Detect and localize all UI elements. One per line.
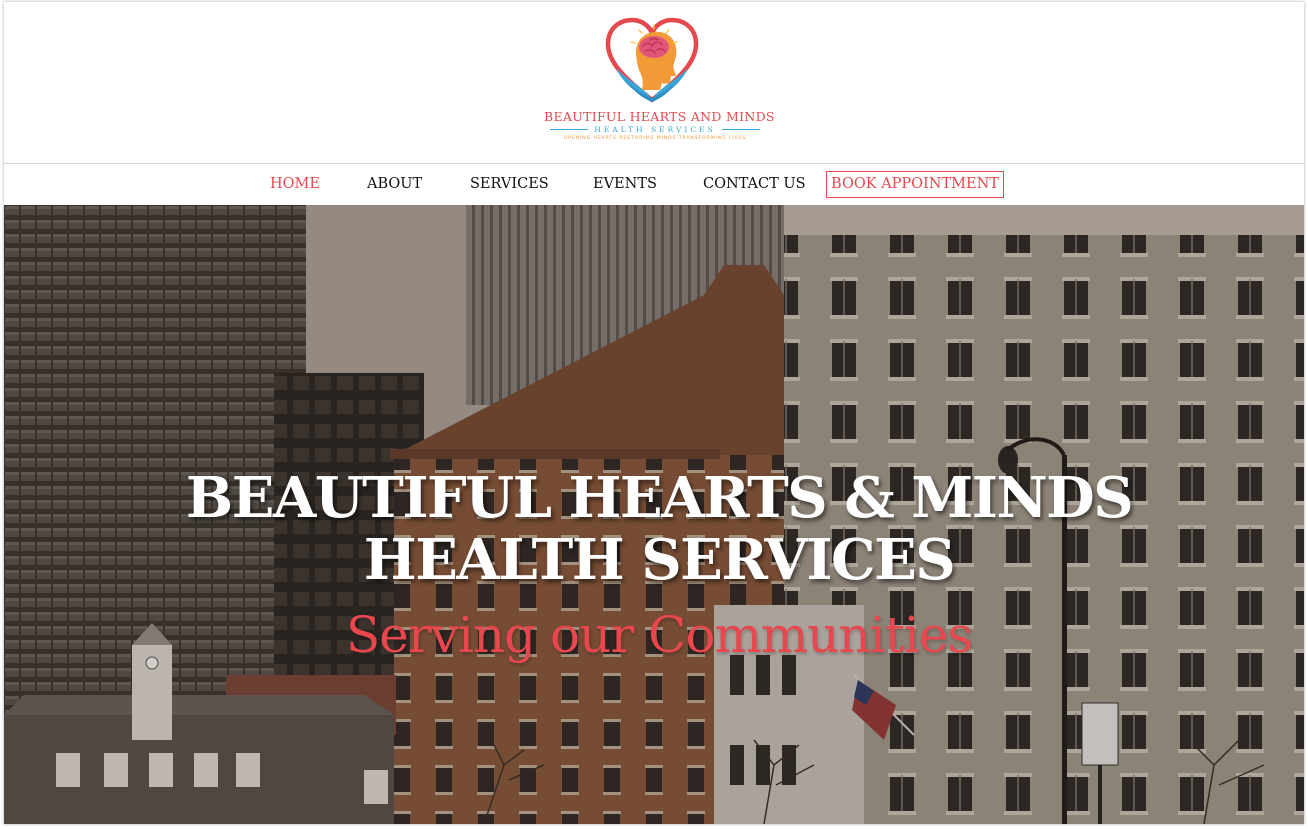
logo-tagline: OPENING HEARTS RESTORING MINDS TRANSFORM… — [563, 136, 747, 141]
hero-title-line1: BEAUTIFUL HEARTS & MINDS — [185, 465, 1134, 531]
logo-divider-right — [721, 128, 761, 130]
site-logo[interactable]: BEAUTIFUL HEARTS AND MINDS HEALTH SERVIC… — [544, 16, 775, 146]
site-header: BEAUTIFUL HEARTS AND MINDS HEALTH SERVIC… — [4, 2, 1304, 164]
book-appointment-button[interactable]: BOOK APPOINTMENT — [826, 171, 1004, 198]
hero-title: BEAUTIFUL HEARTS & MINDS HEALTH SERVICES — [4, 467, 1304, 591]
logo-subname: HEALTH SERVICES — [594, 124, 716, 134]
browser-frame: BEAUTIFUL HEARTS AND MINDS HEALTH SERVIC… — [4, 2, 1304, 824]
logo-name: BEAUTIFUL HEARTS AND MINDS — [544, 109, 775, 124]
hero-section: BEAUTIFUL HEARTS & MINDS HEALTH SERVICES… — [4, 205, 1304, 824]
logo-divider-left — [550, 128, 589, 130]
hero-title-line2: HEALTH SERVICES — [363, 527, 956, 593]
hero-subtitle: Serving our Communities — [345, 606, 973, 664]
nav-item-contact-us[interactable]: CONTACT US — [703, 176, 806, 192]
nav-item-services[interactable]: SERVICES — [470, 176, 549, 192]
nav-item-events[interactable]: EVENTS — [593, 176, 657, 192]
nav-item-home[interactable]: HOME — [270, 176, 320, 192]
logo-subname-row: HEALTH SERVICES — [550, 124, 761, 134]
main-nav: HOME ABOUT SERVICES EVENTS CONTACT US BO… — [4, 164, 1304, 205]
nav-item-about[interactable]: ABOUT — [367, 176, 422, 192]
heart-head-hands-logo-icon — [605, 17, 699, 103]
